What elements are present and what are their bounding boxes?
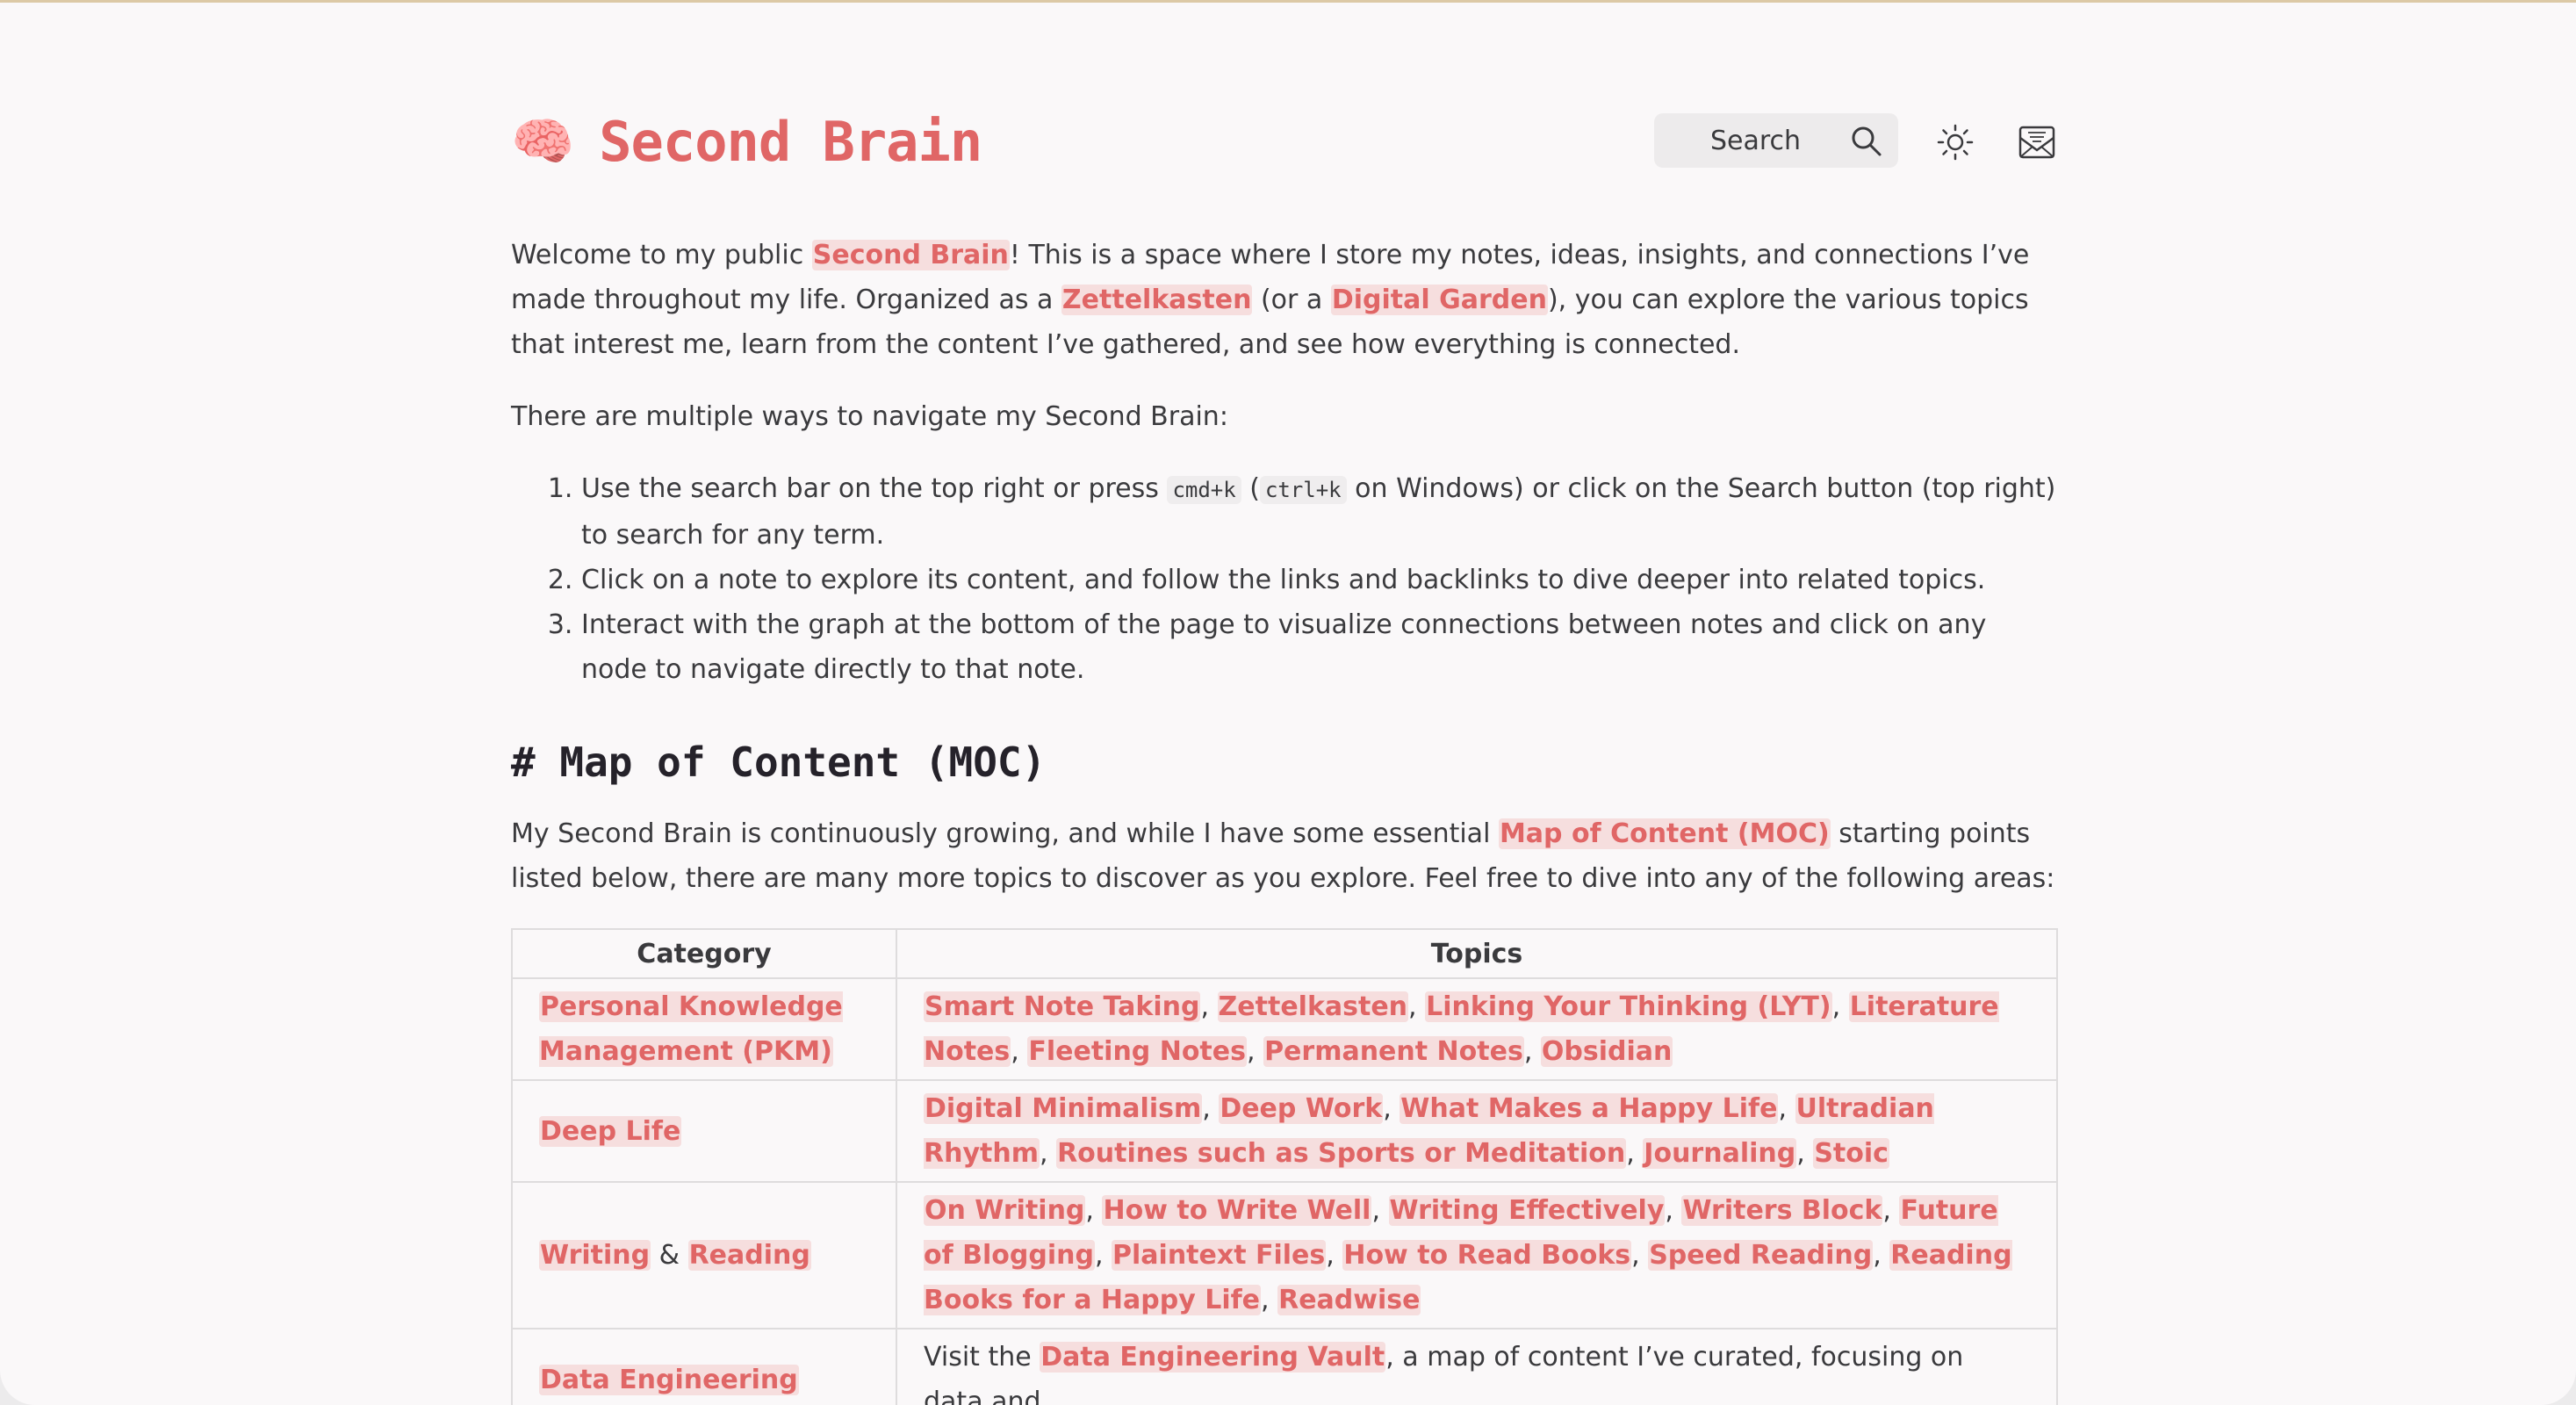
category-cell: Personal Knowledge Management (PKM) [511, 977, 897, 1081]
search-label: Search [1710, 125, 1802, 156]
table-row: Personal Knowledge Management (PKM) Smart… [511, 977, 2058, 1081]
topic-link[interactable]: Deep Work [1219, 1093, 1384, 1124]
link-digital-garden[interactable]: Digital Garden [1330, 285, 1548, 315]
topic-link[interactable]: Digital Minimalism [924, 1093, 1203, 1124]
site-title[interactable]: 🧠 Second Brain [511, 106, 982, 177]
category-link[interactable]: Deep Life [539, 1115, 682, 1147]
article-content: Welcome to my public Second Brain! This … [511, 233, 2058, 1405]
topic-link[interactable]: Smart Note Taking [924, 991, 1201, 1022]
topics-cell: Smart Note Taking, Zettelkasten, Linking… [896, 977, 2058, 1081]
moc-text: My Second Brain is continuously growing,… [511, 818, 1499, 849]
link-moc[interactable]: Map of Content (MOC) [1498, 818, 1831, 849]
list-item: Click on a note to explore its content, … [581, 558, 2058, 602]
topic-link[interactable]: Fleeting Notes [1027, 1036, 1247, 1067]
column-header-topics: Topics [896, 928, 2058, 979]
topic-link[interactable]: Routines such as Sports or Meditation [1056, 1138, 1627, 1169]
category-cell: Deep Life [511, 1079, 897, 1183]
link-data-engineering-vault[interactable]: Data Engineering Vault [1040, 1342, 1386, 1373]
topic-link[interactable]: Permanent Notes [1263, 1036, 1524, 1067]
intro-text: Welcome to my public [511, 240, 812, 270]
brain-icon: 🧠 [511, 112, 575, 171]
page-title[interactable]: Second Brain [599, 110, 982, 174]
navigation-steps-list: Use the search bar on the top right or p… [511, 466, 2058, 692]
search-button[interactable]: Search [1654, 113, 1898, 168]
link-zettelkasten[interactable]: Zettelkasten [1061, 285, 1253, 315]
list-item: Interact with the graph at the bottom of… [581, 602, 2058, 692]
link-second-brain[interactable]: Second Brain [811, 240, 1010, 270]
moc-paragraph: My Second Brain is continuously growing,… [511, 811, 2058, 901]
table-row: Deep Life Digital Minimalism, Deep Work, … [511, 1079, 2058, 1183]
intro-text: (or a [1252, 285, 1331, 315]
category-cell: Data Engineering [511, 1328, 897, 1405]
category-link[interactable]: Reading [687, 1240, 811, 1271]
topic-link[interactable]: Plaintext Files [1112, 1240, 1327, 1271]
browser-window: 🧠 Second Brain Search Welcome to my publ… [0, 0, 2576, 1405]
topic-link[interactable]: On Writing [924, 1195, 1086, 1226]
list-item: Use the search bar on the top right or p… [581, 466, 2058, 558]
sun-icon[interactable] [1937, 124, 1974, 161]
shortcut-code: ctrl+k [1259, 476, 1347, 504]
topics-cell: Visit the Data Engineering Vault, a map … [896, 1328, 2058, 1405]
top-bar: 🧠 Second Brain Search [511, 106, 2058, 177]
topic-link[interactable]: What Makes a Happy Life [1400, 1093, 1779, 1124]
table-row: Data Engineering Visit the Data Engineeri… [511, 1328, 2058, 1405]
topic-link[interactable]: Speed Reading [1648, 1240, 1874, 1271]
topic-link[interactable]: Obsidian [1540, 1036, 1673, 1067]
moc-table: Category Topics Personal Knowledge Manag… [511, 928, 2058, 1405]
topics-cell: Digital Minimalism, Deep Work, What Make… [896, 1079, 2058, 1183]
category-link[interactable]: Writing [539, 1240, 651, 1271]
topic-link[interactable]: Stoic [1813, 1138, 1889, 1169]
topic-link[interactable]: Readwise [1277, 1285, 1421, 1315]
step-text: ( [1241, 473, 1260, 504]
table-row: Writing & Reading On Writing, How to Writ… [511, 1181, 2058, 1329]
topic-link[interactable]: Writing Effectively [1388, 1195, 1666, 1226]
topic-link[interactable]: Writers Block [1681, 1195, 1883, 1226]
category-cell: Writing & Reading [511, 1181, 897, 1329]
step-text: Use the search bar on the top right or p… [581, 473, 1168, 504]
shortcut-code: cmd+k [1167, 476, 1241, 504]
category-separator: & [651, 1240, 688, 1271]
topic-link[interactable]: Linking Your Thinking (LYT) [1425, 991, 1832, 1022]
topics-cell: On Writing, How to Write Well, Writing E… [896, 1181, 2058, 1329]
moc-heading: # Map of Content (MOC) [511, 739, 1047, 786]
topics-text: Visit the [924, 1342, 1040, 1373]
topic-link[interactable]: How to Read Books [1342, 1240, 1632, 1271]
navigate-paragraph: There are multiple ways to navigate my S… [511, 401, 1228, 432]
column-header-category: Category [511, 928, 897, 979]
intro-paragraph: Welcome to my public Second Brain! This … [511, 233, 2058, 367]
search-icon [1852, 126, 1882, 156]
category-link[interactable]: Data Engineering [539, 1364, 799, 1395]
topic-link[interactable]: Journaling [1643, 1138, 1797, 1169]
mail-icon[interactable] [2018, 124, 2056, 161]
table-header-row: Category Topics [511, 928, 2058, 979]
topic-link[interactable]: Zettelkasten [1217, 991, 1409, 1022]
topic-link[interactable]: How to Write Well [1102, 1195, 1372, 1226]
category-link[interactable]: Personal Knowledge Management (PKM) [539, 991, 843, 1067]
